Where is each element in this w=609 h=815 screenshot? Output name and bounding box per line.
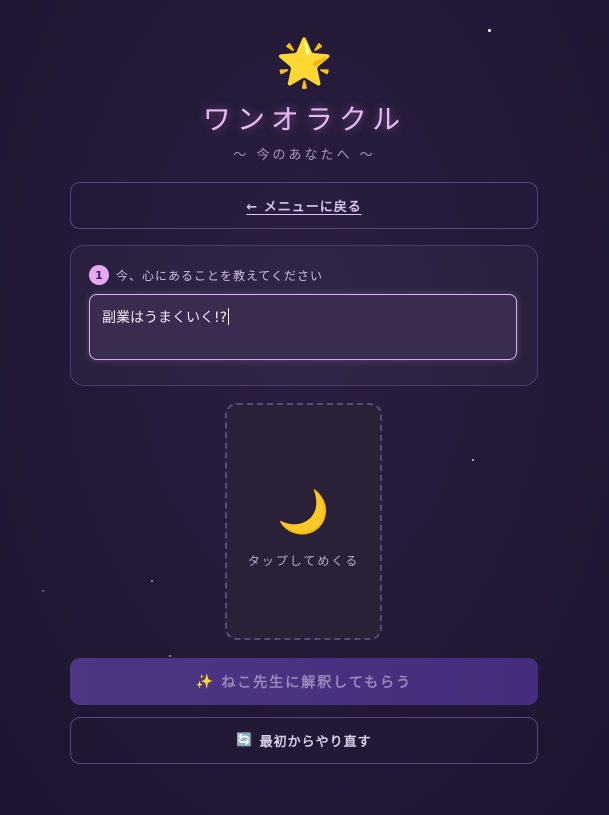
question-card: 1 今、心にあることを教えてください 副業はうまくいく!? bbox=[70, 245, 538, 386]
back-to-menu-box: ← メニューに戻る bbox=[70, 182, 538, 229]
question-input-value: 副業はうまくいく!? bbox=[102, 310, 228, 326]
crescent-moon-icon: 🌙 bbox=[277, 487, 330, 536]
interpret-button[interactable]: ✨ ねこ先生に解釈してもらう bbox=[70, 658, 538, 705]
background-star bbox=[472, 459, 474, 461]
app-title: ワンオラクル bbox=[202, 103, 407, 136]
step-number-badge: 1 bbox=[89, 265, 109, 285]
question-textarea[interactable]: 副業はうまくいく!? bbox=[89, 294, 517, 360]
sparkles-icon: ✨ bbox=[195, 673, 216, 690]
app-subtitle: 〜 今のあなたへ 〜 bbox=[233, 148, 376, 163]
interpret-button-label: ねこ先生に解釈してもらう bbox=[221, 674, 413, 691]
step-label: 今、心にあることを教えてください bbox=[116, 268, 324, 283]
text-caret bbox=[228, 308, 230, 325]
restart-button[interactable]: 🔄 最初からやり直す bbox=[70, 717, 538, 764]
background-star bbox=[169, 655, 171, 657]
step-header: 1 今、心にあることを教えてください bbox=[89, 265, 323, 285]
background-star bbox=[488, 29, 491, 32]
background-star bbox=[151, 580, 153, 582]
background-star bbox=[42, 590, 44, 592]
card-tap-label: タップしてめくる bbox=[247, 554, 360, 568]
refresh-icon: 🔄 bbox=[236, 733, 254, 748]
tarot-card[interactable]: 🌙 タップしてめくる bbox=[225, 403, 382, 640]
star-icon: 🌟 bbox=[275, 35, 334, 89]
back-to-menu-link[interactable]: ← メニューに戻る bbox=[246, 196, 361, 215]
restart-button-label: 最初からやり直す bbox=[259, 735, 372, 750]
